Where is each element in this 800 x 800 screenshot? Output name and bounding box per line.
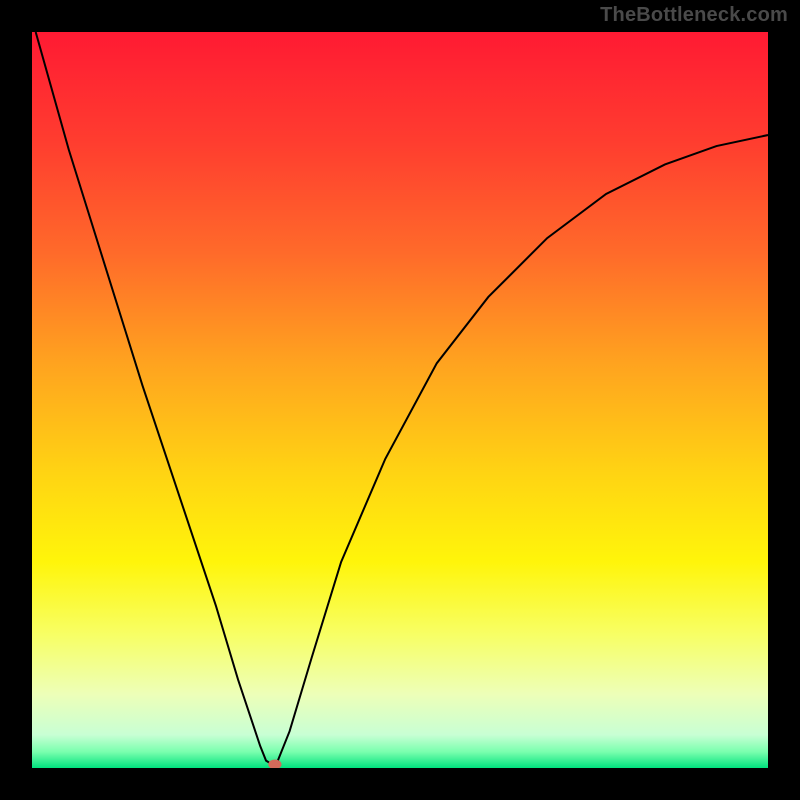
bottleneck-chart bbox=[32, 32, 768, 768]
plot-background bbox=[32, 32, 768, 768]
chart-frame: TheBottleneck.com bbox=[0, 0, 800, 800]
watermark-text: TheBottleneck.com bbox=[600, 4, 788, 27]
